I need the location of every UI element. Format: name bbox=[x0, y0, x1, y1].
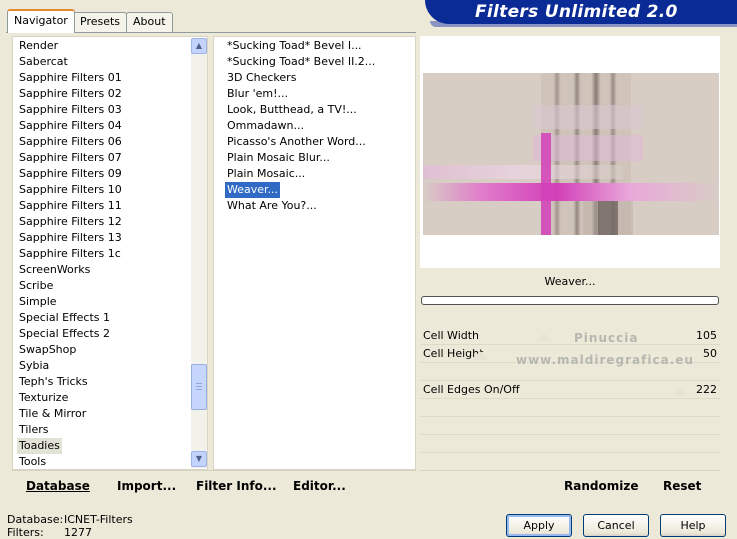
scrollbar-thumb[interactable] bbox=[191, 364, 207, 410]
reset-button[interactable]: Reset bbox=[663, 479, 701, 493]
filter-item[interactable]: Plain Mosaic Blur... bbox=[225, 150, 332, 166]
filter-item[interactable]: Weaver... bbox=[225, 182, 281, 198]
tab-presets[interactable]: Presets bbox=[73, 12, 128, 32]
category-item[interactable]: Sapphire Filters 13 bbox=[17, 230, 124, 246]
watermark-name: Pinuccia bbox=[574, 331, 639, 345]
category-item[interactable]: Scribe bbox=[17, 278, 55, 294]
category-item[interactable]: Sabercat bbox=[17, 54, 70, 70]
category-item[interactable]: Tile & Mirror bbox=[17, 406, 88, 422]
progress-bar bbox=[421, 296, 719, 305]
watermark-url: www.maldiregrafica.eu bbox=[516, 353, 694, 367]
category-item[interactable]: ScreenWorks bbox=[17, 262, 92, 278]
params-button-bar: Randomize Reset bbox=[420, 470, 720, 500]
navigator-button-bar: Database Import... Filter Info... Editor… bbox=[12, 470, 416, 500]
param-label: Cell Edges On/Off bbox=[423, 383, 520, 396]
filter-list[interactable]: *Sucking Toad* Bevel I... *Sucking Toad* … bbox=[213, 36, 416, 470]
category-item[interactable]: Sapphire Filters 04 bbox=[17, 118, 124, 134]
filter-item[interactable]: What Are You?... bbox=[225, 198, 319, 214]
filter-item[interactable]: Look, Butthead, a TV!... bbox=[225, 102, 359, 118]
editor-button[interactable]: Editor... bbox=[293, 479, 346, 493]
filter-item[interactable]: 3D Checkers bbox=[225, 70, 298, 86]
param-label: Cell Width bbox=[423, 329, 480, 342]
filter-item[interactable]: Picasso's Another Word... bbox=[225, 134, 368, 150]
randomize-button[interactable]: Randomize bbox=[564, 479, 638, 493]
filter-info-button[interactable]: Filter Info... bbox=[196, 479, 277, 493]
slider-thumb[interactable] bbox=[672, 387, 688, 396]
database-label: Database: bbox=[7, 513, 64, 526]
filter-item[interactable]: Blur 'em!... bbox=[225, 86, 290, 102]
category-item[interactable]: Texturize bbox=[17, 390, 70, 406]
category-item[interactable]: Sapphire Filters 12 bbox=[17, 214, 124, 230]
category-item[interactable]: Sapphire Filters 06 bbox=[17, 134, 124, 150]
category-item[interactable]: Sapphire Filters 02 bbox=[17, 86, 124, 102]
category-item[interactable]: Toadies bbox=[17, 438, 62, 454]
filter-item[interactable]: *Sucking Toad* Bevel I... bbox=[225, 38, 364, 54]
category-item[interactable]: Sapphire Filters 09 bbox=[17, 166, 124, 182]
category-item[interactable]: Teph's Tricks bbox=[17, 374, 90, 390]
scroll-down-button[interactable]: ▼ bbox=[191, 451, 207, 467]
tab-navigator[interactable]: Navigator bbox=[7, 9, 75, 33]
filter-item[interactable]: Ommadawn... bbox=[225, 118, 306, 134]
filter-item[interactable]: Plain Mosaic... bbox=[225, 166, 307, 182]
category-item[interactable]: SwapShop bbox=[17, 342, 78, 358]
param-row-empty bbox=[420, 417, 720, 435]
param-row-cell-edges[interactable]: Cell Edges On/Off 222 bbox=[420, 381, 720, 399]
title-banner: Filters Unlimited 2.0 bbox=[425, 0, 737, 24]
param-value: 222 bbox=[696, 383, 717, 396]
category-item[interactable]: Sapphire Filters 10 bbox=[17, 182, 124, 198]
database-button[interactable]: Database bbox=[26, 479, 90, 493]
slider-thumb[interactable] bbox=[536, 333, 552, 342]
slider-thumb[interactable] bbox=[472, 351, 488, 360]
scroll-up-button[interactable]: ▲ bbox=[191, 38, 207, 54]
param-row-empty bbox=[420, 435, 720, 453]
param-row-empty bbox=[420, 399, 720, 417]
category-item[interactable]: Sapphire Filters 1c bbox=[17, 246, 123, 262]
filter-item[interactable]: *Sucking Toad* Bevel II.2... bbox=[225, 54, 377, 70]
category-item[interactable]: Special Effects 2 bbox=[17, 326, 112, 342]
category-item[interactable]: Tools bbox=[17, 454, 48, 469]
filters-count-label: Filters: bbox=[7, 526, 44, 539]
param-row-cell-width[interactable]: Cell Width 105 bbox=[420, 327, 720, 345]
category-item[interactable]: Special Effects 1 bbox=[17, 310, 112, 326]
category-item[interactable]: Sapphire Filters 11 bbox=[17, 198, 124, 214]
database-value: ICNET-Filters bbox=[64, 513, 133, 526]
param-value: 105 bbox=[696, 329, 717, 342]
cancel-button[interactable]: Cancel bbox=[583, 514, 649, 537]
category-list[interactable]: Render Sabercat Sapphire Filters 01 Sapphir… bbox=[12, 36, 208, 470]
category-scrollbar[interactable]: ▲ ▼ bbox=[191, 38, 207, 468]
category-item[interactable]: Sapphire Filters 03 bbox=[17, 102, 124, 118]
current-filter-name: Weaver... bbox=[420, 271, 720, 293]
preview-image bbox=[423, 73, 719, 235]
param-row-empty bbox=[420, 453, 720, 471]
category-item[interactable]: Sapphire Filters 07 bbox=[17, 150, 124, 166]
category-item[interactable]: Tilers bbox=[17, 422, 51, 438]
category-item[interactable]: Simple bbox=[17, 294, 59, 310]
param-value: 50 bbox=[703, 347, 717, 360]
category-item[interactable]: Sybia bbox=[17, 358, 51, 374]
filters-count-value: 1277 bbox=[64, 526, 92, 539]
tab-about[interactable]: About bbox=[126, 12, 173, 32]
import-button[interactable]: Import... bbox=[117, 479, 176, 493]
help-button[interactable]: Help bbox=[660, 514, 726, 537]
category-item[interactable]: Render bbox=[17, 38, 60, 54]
apply-button[interactable]: Apply bbox=[506, 514, 572, 537]
category-item[interactable]: Sapphire Filters 01 bbox=[17, 70, 124, 86]
